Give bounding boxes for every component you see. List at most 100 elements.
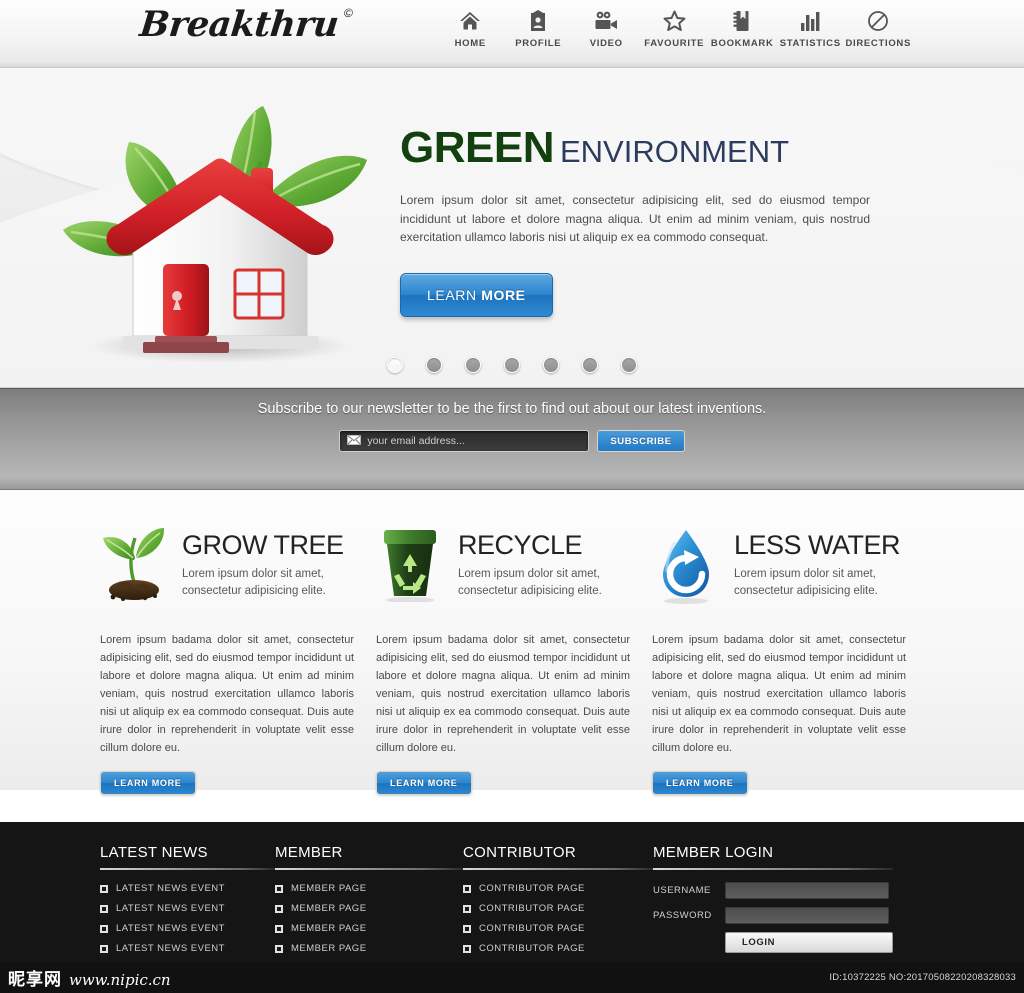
home-icon [459, 9, 481, 33]
feature-title: RECYCLE [458, 530, 583, 560]
newsletter-section: Subscribe to our newsletter to be the fi… [0, 388, 1024, 490]
list-item-label: MEMBER PAGE [291, 883, 367, 894]
footer-column-title: LATEST NEWS [100, 844, 208, 861]
list-item-label: CONTRIBUTOR PAGE [479, 923, 585, 934]
watermark-site-name: 昵享网 [8, 970, 62, 990]
main-navigation: HOME PROFILE VIDEO FAVOURITE BOOKMARK ST… [438, 9, 910, 49]
feature-body: Lorem ipsum badama dolor sit amet, conse… [652, 634, 906, 754]
divider [100, 868, 275, 870]
feature-column-less-water: LESS WATER Lorem ipsum dolor sit amet, c… [652, 526, 924, 796]
footer-link-list: CONTRIBUTOR PAGE CONTRIBUTOR PAGE CONTRI… [463, 883, 653, 954]
login-button[interactable]: LOGIN [725, 932, 893, 953]
list-item-label: MEMBER PAGE [291, 943, 367, 954]
stock-site-watermark: 昵享网 www.nipic.cn ID:10372225 NO:20170508… [0, 962, 1024, 993]
bullet-square-icon [100, 924, 108, 933]
nav-item-directions[interactable]: DIRECTIONS [845, 9, 910, 49]
nav-label: PROFILE [515, 38, 562, 49]
feature-body: Lorem ipsum badama dolor sit amet, conse… [100, 634, 354, 754]
list-item[interactable]: LATEST NEWS EVENT [100, 943, 275, 954]
feature-learn-more-button[interactable]: LEARN MORE [652, 771, 748, 796]
bullet-square-icon [275, 904, 283, 913]
nav-label: FAVOURITE [644, 38, 705, 49]
list-item-label: CONTRIBUTOR PAGE [479, 943, 585, 954]
list-item[interactable]: CONTRIBUTOR PAGE [463, 923, 653, 934]
bullet-square-icon [275, 884, 283, 893]
newsletter-form: your email address... SUBSCRIBE [339, 430, 685, 452]
recycle-bin-icon [376, 526, 444, 602]
slider-dot-2[interactable] [426, 357, 442, 373]
divider [275, 868, 463, 870]
email-input[interactable]: your email address... [339, 430, 590, 452]
list-item-label: LATEST NEWS EVENT [116, 943, 225, 954]
username-label: USERNAME [653, 885, 711, 896]
water-drop-refresh-icon [652, 526, 720, 604]
features-section: GROW TREE Lorem ipsum dolor sit amet, co… [0, 490, 1024, 796]
bullet-square-icon [100, 944, 108, 953]
list-item-label: LATEST NEWS EVENT [116, 923, 225, 934]
feature-column-grow-tree: GROW TREE Lorem ipsum dolor sit amet, co… [100, 526, 372, 796]
nav-item-home[interactable]: HOME [438, 9, 502, 49]
feature-title: GROW TREE [182, 530, 344, 560]
list-item[interactable]: LATEST NEWS EVENT [100, 923, 275, 934]
username-input[interactable] [725, 882, 889, 899]
footer-column-title: CONTRIBUTOR [463, 844, 577, 861]
nav-item-profile[interactable]: PROFILE [506, 9, 570, 49]
site-header: Breakthru © HOME PROFILE VIDEO FAVOURITE… [0, 0, 1024, 68]
newsletter-headline: Subscribe to our newsletter to be the fi… [257, 401, 767, 417]
subscribe-button[interactable]: SUBSCRIBE [597, 430, 685, 452]
hero-title: GREEN ENVIRONMENT [400, 126, 924, 170]
feature-subtitle: Lorem ipsum dolor sit amet, consectetur … [458, 568, 602, 597]
nav-label: HOME [454, 38, 486, 49]
footer-link-list: MEMBER PAGE MEMBER PAGE MEMBER PAGE MEMB… [275, 883, 463, 954]
envelope-icon [347, 432, 362, 450]
password-input[interactable] [725, 907, 889, 924]
list-item[interactable]: MEMBER PAGE [275, 883, 463, 894]
password-label: PASSWORD [653, 910, 712, 921]
slider-dot-7[interactable] [621, 357, 637, 373]
video-camera-icon [594, 9, 618, 33]
slider-dot-6[interactable] [582, 357, 598, 373]
bullet-square-icon [463, 904, 471, 913]
watermark-id-text: ID:10372225 NO:20170508220208328033 [829, 972, 1016, 983]
list-item[interactable]: MEMBER PAGE [275, 923, 463, 934]
nav-label: STATISTICS [779, 38, 841, 49]
nav-item-bookmark[interactable]: BOOKMARK [710, 9, 774, 49]
footer-column-member-login: MEMBER LOGIN USERNAME PASSWORD LOGIN [653, 844, 893, 962]
slider-dot-4[interactable] [504, 357, 520, 373]
slider-dot-3[interactable] [465, 357, 481, 373]
slider-dot-1[interactable] [387, 357, 403, 373]
list-item[interactable]: MEMBER PAGE [275, 903, 463, 914]
star-icon [663, 9, 686, 33]
list-item[interactable]: LATEST NEWS EVENT [100, 883, 275, 894]
list-item[interactable]: CONTRIBUTOR PAGE [463, 943, 653, 954]
feature-learn-more-button[interactable]: LEARN MORE [100, 771, 196, 796]
footer-column-contributor: CONTRIBUTOR CONTRIBUTOR PAGE CONTRIBUTOR… [463, 844, 653, 962]
page-root: Breakthru © HOME PROFILE VIDEO FAVOURITE… [0, 0, 1024, 993]
bullet-square-icon [275, 924, 283, 933]
copyright-mark: © [343, 6, 354, 20]
list-item-label: LATEST NEWS EVENT [116, 883, 225, 894]
profile-icon [528, 9, 548, 33]
feature-learn-more-button[interactable]: LEARN MORE [376, 771, 472, 796]
no-entry-icon [867, 9, 889, 33]
list-item-label: CONTRIBUTOR PAGE [479, 883, 585, 894]
nav-item-favourite[interactable]: FAVOURITE [642, 9, 706, 49]
nav-item-video[interactable]: VIDEO [574, 9, 638, 49]
bullet-square-icon [463, 924, 471, 933]
nav-label: BOOKMARK [710, 38, 774, 49]
site-logo[interactable]: Breakthru © [138, 4, 353, 45]
hero-title-light: ENVIRONMENT [559, 134, 790, 169]
list-item[interactable]: CONTRIBUTOR PAGE [463, 903, 653, 914]
divider [653, 868, 893, 870]
bullet-square-icon [463, 944, 471, 953]
slider-dot-5[interactable] [543, 357, 559, 373]
hero-illustration [0, 68, 400, 387]
hero-slider: GREEN ENVIRONMENT Lorem ipsum dolor sit a… [0, 68, 1024, 388]
list-item[interactable]: CONTRIBUTOR PAGE [463, 883, 653, 894]
list-item[interactable]: MEMBER PAGE [275, 943, 463, 954]
watermark-site-url: www.nipic.cn [69, 971, 171, 989]
hero-learn-more-button[interactable]: LEARN MORE [400, 272, 553, 317]
nav-item-statistics[interactable]: STATISTICS [778, 9, 842, 49]
footer-column-title: MEMBER [275, 844, 343, 861]
list-item[interactable]: LATEST NEWS EVENT [100, 903, 275, 914]
